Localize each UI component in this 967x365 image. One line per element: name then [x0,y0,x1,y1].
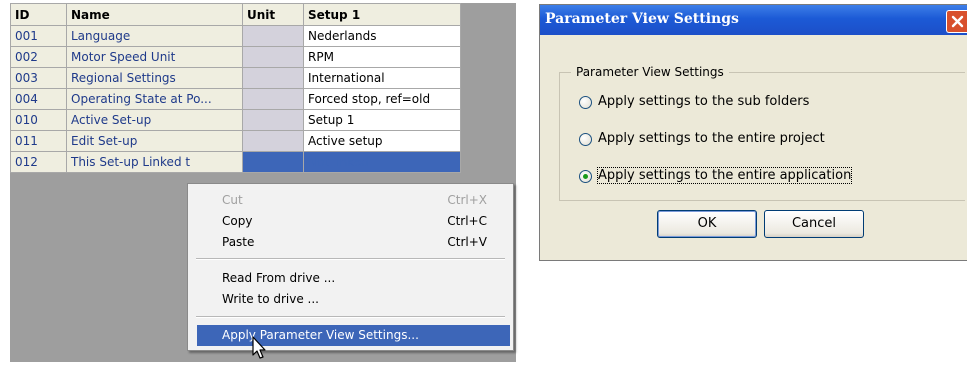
dialog-title: Parameter View Settings [545,11,739,27]
menu-item-label: Paste [222,235,255,249]
close-icon [951,15,964,28]
cell-unit[interactable] [242,46,304,68]
cell-setup-1[interactable]: Nederlands [303,25,461,47]
settings-group-box: Parameter View Settings Apply settings t… [559,65,965,201]
cell-id[interactable]: 012 [10,151,67,173]
parameter-table: ID Name Unit Setup 1 001 Language Nederl… [10,3,461,173]
cell-id[interactable]: 010 [10,109,67,131]
cell-setup-1[interactable]: Not linked [303,151,461,173]
cell-name[interactable]: Edit Set-up [66,130,243,152]
menu-item-copy[interactable]: Copy Ctrl+C [188,211,513,232]
column-header-unit[interactable]: Unit [242,3,304,26]
option-label[interactable]: Apply settings to the sub folders [598,94,809,109]
cell-name[interactable]: Operating State at Po... [66,88,243,110]
cell-name[interactable]: Active Set-up [66,109,243,131]
cell-id[interactable]: 003 [10,67,67,89]
dialog-titlebar[interactable]: Parameter View Settings [540,5,967,35]
column-header-name[interactable]: Name [66,3,243,26]
table-row[interactable]: 010 Active Set-up Setup 1 [10,109,461,131]
cell-id[interactable]: 002 [10,46,67,68]
cell-setup-1[interactable]: Setup 1 [303,109,461,131]
cell-setup-1[interactable]: Forced stop, ref=old [303,88,461,110]
radio-button[interactable] [579,96,592,109]
cell-unit[interactable] [242,67,304,89]
cell-id[interactable]: 004 [10,88,67,110]
column-header-setup-1[interactable]: Setup 1 [303,3,461,26]
menu-item-read-from-drive[interactable]: Read From drive ... [188,268,513,289]
cell-unit[interactable] [242,109,304,131]
menu-item-shortcut: Ctrl+V [447,235,487,249]
cell-unit[interactable] [242,25,304,47]
column-header-id[interactable]: ID [10,3,67,26]
menu-item-paste[interactable]: Paste Ctrl+V [188,232,513,253]
cell-setup-1[interactable]: International [303,67,461,89]
cell-unit[interactable] [242,88,304,110]
cell-setup-1[interactable]: Active setup [303,130,461,152]
cell-name[interactable]: Motor Speed Unit [66,46,243,68]
menu-separator [196,316,505,318]
table-row[interactable]: 002 Motor Speed Unit RPM [10,46,461,68]
menu-item-apply-parameter-view-settings[interactable]: Apply Parameter View Settings... [197,325,510,346]
radio-button[interactable] [579,133,592,146]
cell-unit[interactable] [242,130,304,152]
menu-separator [196,258,505,260]
option-label[interactable]: Apply settings to the entire project [598,131,825,146]
cell-setup-1[interactable]: RPM [303,46,461,68]
table-header-row: ID Name Unit Setup 1 [10,3,461,26]
option-label[interactable]: Apply settings to the entire application [596,167,853,184]
parameter-view-settings-dialog: Parameter View Settings Parameter View S… [539,4,967,261]
table-row[interactable]: 003 Regional Settings International [10,67,461,89]
cell-name[interactable]: Regional Settings [66,67,243,89]
menu-item-write-to-drive[interactable]: Write to drive ... [188,289,513,310]
group-box-label: Parameter View Settings [571,65,729,79]
menu-item-shortcut: Ctrl+C [447,214,487,228]
cancel-button[interactable]: Cancel [764,210,864,238]
cell-name[interactable]: Language [66,25,243,47]
menu-item-shortcut: Ctrl+X [447,193,487,207]
cell-id[interactable]: 001 [10,25,67,47]
table-row[interactable]: 011 Edit Set-up Active setup [10,130,461,152]
context-menu: Cut Ctrl+X Copy Ctrl+C Paste Ctrl+V Read… [187,183,514,351]
mouse-pointer-icon [252,336,266,359]
ok-button[interactable]: OK [657,210,757,238]
table-row[interactable]: 004 Operating State at Po... Forced stop… [10,88,461,110]
cell-unit[interactable] [242,151,304,173]
menu-item-label: Copy [222,214,253,228]
cell-name[interactable]: This Set-up Linked t [66,151,243,173]
menu-item-label: Write to drive ... [222,292,319,306]
menu-item-label: Cut [222,193,243,207]
close-button[interactable] [946,10,967,33]
menu-item-label: Read From drive ... [222,271,336,285]
menu-item-cut[interactable]: Cut Ctrl+X [188,190,513,211]
table-row[interactable]: 001 Language Nederlands [10,25,461,47]
cell-id[interactable]: 011 [10,130,67,152]
table-row-selected[interactable]: 012 This Set-up Linked t Not linked [10,151,461,173]
radio-button-selected[interactable] [579,170,592,183]
